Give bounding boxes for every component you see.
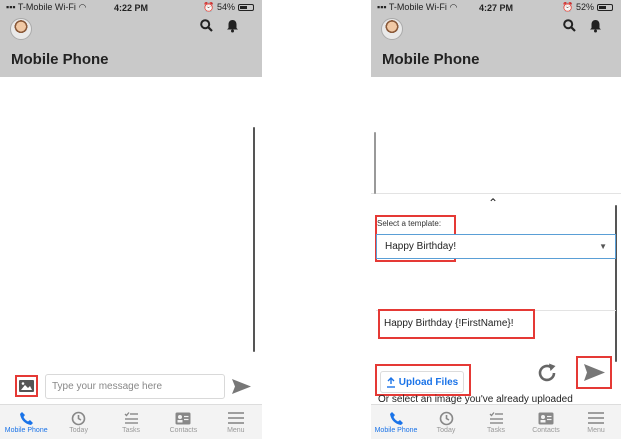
tab-label: Menu (227, 427, 245, 434)
image-attach-button[interactable] (15, 375, 38, 397)
bell-icon[interactable] (589, 19, 602, 38)
phone-icon (19, 409, 34, 427)
search-icon[interactable] (200, 19, 213, 37)
bottom-tab-bar: Mobile Phone Today Tasks Contacts Menu (371, 404, 621, 439)
upload-files-button[interactable]: Upload Files (380, 371, 464, 393)
tab-contacts[interactable]: Contacts (157, 405, 209, 439)
status-bar: ▪▪▪ T-Mobile Wi-Fi ◠ 4:27 PM ⏰ 52% (371, 0, 621, 15)
page-title: Mobile Phone (11, 51, 109, 68)
status-time: 4:22 PM (113, 2, 149, 13)
tasks-icon (124, 409, 139, 427)
tab-mobile-phone[interactable]: Mobile Phone (0, 405, 52, 439)
app-header: Mobile Phone (0, 15, 262, 77)
tab-label: Contacts (532, 427, 560, 434)
alarm-icon: ⏰ (203, 2, 215, 12)
alarm-icon: ⏰ (562, 2, 574, 12)
page-title: Mobile Phone (382, 51, 480, 68)
send-icon[interactable] (584, 364, 605, 381)
refresh-icon[interactable] (536, 362, 558, 389)
send-icon[interactable] (232, 379, 251, 394)
tab-label: Today (436, 427, 456, 434)
message-input[interactable]: Type your message here (45, 374, 225, 399)
contacts-icon (538, 409, 554, 427)
status-bar: ▪▪▪ T-Mobile Wi-Fi ◠ 4:22 PM ⏰ 54% (0, 0, 262, 15)
message-thread[interactable] (0, 77, 262, 368)
left-phone-screen: ▪▪▪ T-Mobile Wi-Fi ◠ 4:22 PM ⏰ 54% Mobil… (0, 0, 262, 439)
avatar[interactable] (10, 18, 32, 40)
carrier-text: T-Mobile Wi-Fi (17, 2, 76, 12)
tab-today[interactable]: Today (52, 405, 104, 439)
contacts-icon (175, 409, 191, 427)
battery-indicator: ⏰ 52% (562, 2, 613, 13)
clock-icon (439, 409, 454, 427)
menu-icon (227, 409, 244, 427)
scrollbar[interactable] (253, 127, 255, 352)
bottom-tab-bar: Mobile Phone Today Tasks Contacts Menu (0, 404, 262, 439)
tab-mobile-phone[interactable]: Mobile Phone (371, 405, 421, 439)
carrier-text: T-Mobile Wi-Fi (388, 2, 447, 12)
bell-icon[interactable] (226, 19, 239, 38)
tab-label: Contacts (169, 427, 198, 434)
tab-label: Tasks (122, 427, 140, 434)
battery-percent: 52% (575, 2, 594, 12)
signal-icon: ▪▪▪ (377, 2, 387, 12)
tab-tasks[interactable]: Tasks (105, 405, 157, 439)
chevron-up-icon[interactable]: ⌃ (488, 196, 498, 210)
carrier-label: ▪▪▪ T-Mobile Wi-Fi ◠ (6, 2, 86, 13)
battery-icon (597, 4, 613, 12)
message-thread[interactable] (371, 77, 621, 194)
tab-label: Mobile Phone (374, 427, 418, 434)
tab-menu[interactable]: Menu (571, 405, 621, 439)
status-time: 4:27 PM (478, 2, 514, 13)
tab-label: Tasks (487, 427, 505, 434)
battery-icon (238, 4, 254, 12)
tab-label: Today (69, 427, 88, 434)
menu-icon (588, 409, 604, 427)
template-selected-value: Happy Birthday! (385, 241, 457, 252)
phone-icon (389, 409, 404, 427)
wifi-icon: ◠ (78, 2, 87, 12)
message-composer: Type your message here (0, 368, 262, 404)
tab-label: Mobile Phone (4, 427, 48, 434)
tab-label: Menu (587, 427, 605, 434)
battery-indicator: ⏰ 54% (203, 2, 254, 13)
clock-icon (71, 409, 86, 427)
carrier-label: ▪▪▪ T-Mobile Wi-Fi ◠ (377, 2, 457, 13)
app-header: Mobile Phone (371, 15, 621, 77)
tab-menu[interactable]: Menu (210, 405, 262, 439)
dropdown-caret-icon: ▼ (599, 242, 607, 251)
message-preview-text: Happy Birthday {!FirstName}! (384, 318, 514, 329)
tab-tasks[interactable]: Tasks (471, 405, 521, 439)
upload-icon (386, 376, 395, 388)
tab-today[interactable]: Today (421, 405, 471, 439)
battery-percent: 54% (216, 2, 235, 12)
tab-contacts[interactable]: Contacts (521, 405, 571, 439)
right-phone-screen: ▪▪▪ T-Mobile Wi-Fi ◠ 4:27 PM ⏰ 52% Mobil… (371, 0, 621, 439)
template-select[interactable]: Happy Birthday! ▼ (376, 234, 616, 259)
scrollbar[interactable] (374, 132, 376, 194)
upload-files-label: Upload Files (398, 376, 459, 388)
template-label: Select a template: (377, 219, 442, 228)
wifi-icon: ◠ (449, 2, 458, 12)
avatar[interactable] (381, 18, 403, 40)
search-icon[interactable] (563, 19, 576, 37)
signal-icon: ▪▪▪ (6, 2, 16, 12)
image-icon (19, 380, 34, 392)
tasks-icon (489, 409, 504, 427)
